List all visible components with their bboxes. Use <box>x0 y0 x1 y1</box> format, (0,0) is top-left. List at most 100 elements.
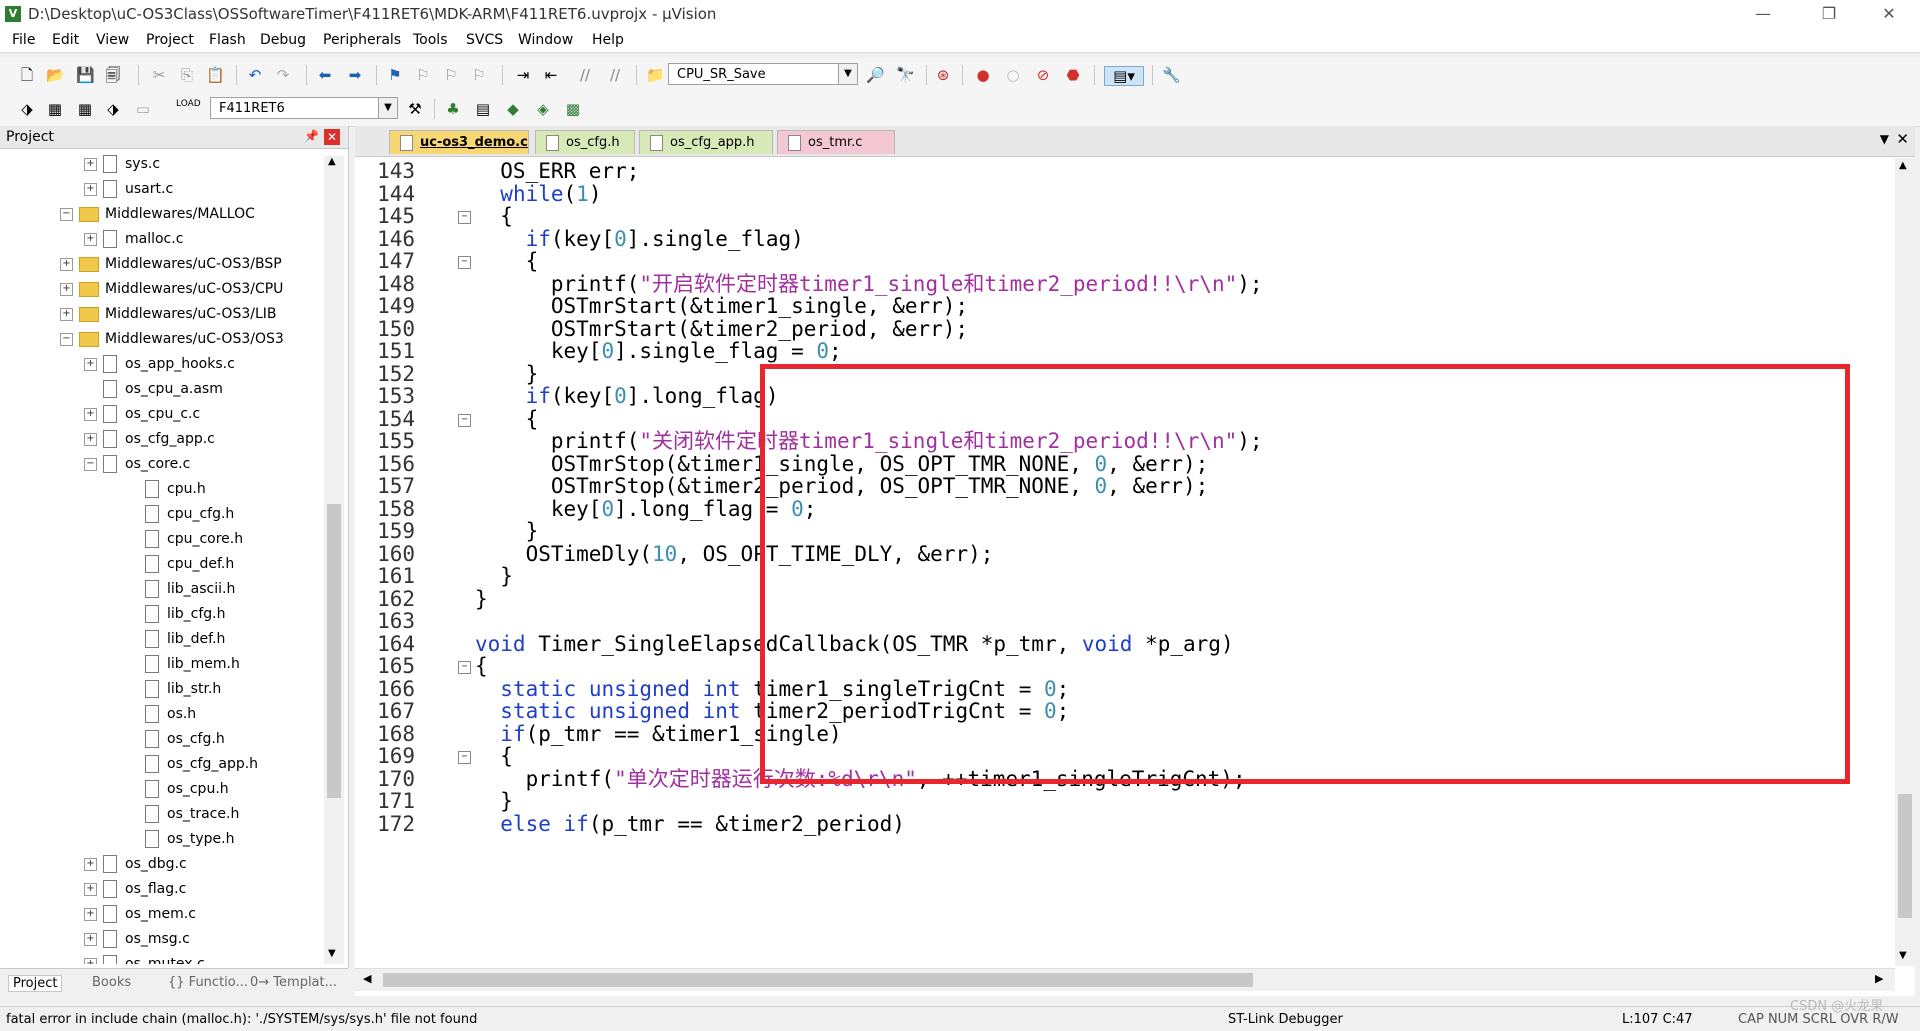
expand-icon[interactable]: + <box>84 932 97 946</box>
expand-icon[interactable]: + <box>84 857 97 871</box>
chevron-down-icon[interactable]: ▼ <box>838 64 857 84</box>
pack-installer-icon[interactable]: ◈ <box>534 100 552 118</box>
tree-folder[interactable]: + Middlewares/uC-OS3/BSP <box>60 252 282 277</box>
collapse-icon[interactable]: − <box>60 332 73 346</box>
menu-help[interactable]: Help <box>592 32 624 48</box>
debug-session-icon[interactable]: ⊛ <box>934 66 952 84</box>
find-icon[interactable]: 🔎 <box>866 66 885 84</box>
expand-icon[interactable]: + <box>60 282 73 296</box>
scroll-left-icon[interactable]: ◀ <box>363 972 371 985</box>
tree-folder[interactable]: − Middlewares/MALLOC <box>60 202 255 227</box>
scroll-up-icon[interactable]: ▲ <box>1899 160 1907 171</box>
expand-icon[interactable]: + <box>84 957 97 964</box>
file-extensions-icon[interactable]: ▤ <box>474 100 492 118</box>
redo-icon[interactable]: ↷ <box>274 66 292 84</box>
tree-file[interactable]: lib_str.h <box>126 677 221 702</box>
rebuild-icon[interactable]: ▦ <box>76 100 94 118</box>
menu-debug[interactable]: Debug <box>260 32 306 48</box>
kill-breakpoints-icon[interactable]: ⬣ <box>1064 66 1082 84</box>
tree-file[interactable]: cpu.h <box>126 477 206 502</box>
find-combo[interactable]: CPU_SR_Save ▼ <box>668 63 858 85</box>
undo-icon[interactable]: ↶ <box>246 66 264 84</box>
tree-scrollbar[interactable]: ▲ ▼ <box>324 156 344 964</box>
tree-file[interactable]: os_cfg.h <box>126 727 225 752</box>
target-select[interactable]: F411RET6 ▼ <box>210 97 398 119</box>
tree-file[interactable]: os_cpu_a.asm <box>84 377 223 402</box>
menu-tools[interactable]: Tools <box>413 32 448 48</box>
run-time-environment-icon[interactable]: ◆ <box>504 100 522 118</box>
expand-icon[interactable]: + <box>84 882 97 896</box>
collapse-icon[interactable]: − <box>60 207 73 221</box>
close-window-button[interactable]: ✕ <box>1866 2 1912 26</box>
tree-file[interactable]: os.h <box>126 702 196 727</box>
disable-all-breakpoints-icon[interactable]: ⊘ <box>1034 66 1052 84</box>
code-hscrollbar[interactable]: ◀ ▶ <box>355 968 1895 991</box>
menu-flash[interactable]: Flash <box>209 32 246 48</box>
tree-file[interactable]: lib_def.h <box>126 627 225 652</box>
menu-view[interactable]: View <box>96 32 129 48</box>
incremental-find-icon[interactable]: 🔭 <box>896 66 915 84</box>
panel-tab-0[interactable]: Project <box>8 975 63 992</box>
tree-file[interactable]: os_cpu.h <box>126 777 229 802</box>
minimize-button[interactable]: — <box>1740 2 1786 26</box>
editor-tab[interactable]: os_cfg_app.h <box>639 130 773 154</box>
breakpoint-icon[interactable]: ● <box>974 66 992 84</box>
menu-edit[interactable]: Edit <box>52 32 79 48</box>
restore-button[interactable]: ❐ <box>1806 2 1852 26</box>
expand-icon[interactable]: + <box>84 907 97 921</box>
batch-build-icon[interactable]: ⬗ <box>104 100 122 118</box>
scroll-down-icon[interactable]: ▼ <box>1899 950 1907 961</box>
fold-icon[interactable]: − <box>458 661 471 674</box>
target-options-icon[interactable]: ⚒ <box>406 100 424 118</box>
tree-file[interactable]: os_type.h <box>126 827 234 852</box>
tree-file[interactable]: lib_mem.h <box>126 652 240 677</box>
fold-icon[interactable]: − <box>458 751 471 764</box>
scroll-thumb[interactable] <box>1898 794 1912 918</box>
expand-icon[interactable]: + <box>84 432 97 446</box>
panel-tab-1[interactable]: Books <box>92 975 131 990</box>
clear-bookmarks-icon[interactable]: ⚐ <box>470 66 488 84</box>
pin-icon[interactable]: 📌 <box>304 129 319 143</box>
tree-file[interactable]: + os_mutex.c <box>84 952 205 964</box>
editor-tab[interactable]: uc-os3_demo.c <box>389 130 529 154</box>
scroll-right-icon[interactable]: ▶ <box>1875 972 1883 985</box>
bookmark-icon[interactable]: ⚑ <box>386 66 404 84</box>
editor-tab[interactable]: os_cfg.h <box>535 130 635 154</box>
translate-icon[interactable]: ⬗ <box>18 100 36 118</box>
menu-window[interactable]: Window <box>518 32 573 48</box>
paste-icon[interactable]: 📋 <box>206 66 225 84</box>
tree-file[interactable]: + sys.c <box>84 152 160 177</box>
expand-icon[interactable]: + <box>84 357 97 371</box>
tree-file[interactable]: + os_cpu_c.c <box>84 402 200 427</box>
tab-list-icon[interactable]: ▼ <box>1880 132 1889 146</box>
configure-icon[interactable]: 🔧 <box>1162 66 1181 84</box>
tree-file[interactable]: − os_core.c <box>84 452 190 477</box>
copy-icon[interactable]: ⎘ <box>178 66 196 84</box>
panel-tab-2[interactable]: {} Functio... <box>168 975 248 990</box>
tree-file[interactable]: + os_dbg.c <box>84 852 187 877</box>
select-software-packs-icon[interactable]: ▩ <box>564 100 582 118</box>
save-icon[interactable]: 💾 <box>76 66 95 84</box>
close-tab-icon[interactable]: ✕ <box>1896 130 1909 148</box>
uncomment-icon[interactable]: // <box>606 66 624 84</box>
scroll-down-icon[interactable]: ▼ <box>328 948 336 959</box>
hscroll-thumb[interactable] <box>383 973 1253 987</box>
tree-file[interactable]: os_cfg_app.h <box>126 752 258 777</box>
expand-icon[interactable]: + <box>84 157 97 171</box>
tree-file[interactable]: cpu_core.h <box>126 527 243 552</box>
tree-file[interactable]: os_trace.h <box>126 802 239 827</box>
disable-breakpoint-icon[interactable]: ○ <box>1004 66 1022 84</box>
menu-svcs[interactable]: SVCS <box>466 32 503 48</box>
scroll-thumb[interactable] <box>327 504 341 798</box>
navigate-back-icon[interactable]: ⬅ <box>316 66 334 84</box>
new-file-icon[interactable]: 🗋 <box>18 66 36 84</box>
expand-icon[interactable]: + <box>84 232 97 246</box>
tree-file[interactable]: lib_cfg.h <box>126 602 226 627</box>
stop-build-icon[interactable]: ▭ <box>134 100 152 118</box>
tree-file[interactable]: + os_flag.c <box>84 877 186 902</box>
expand-icon[interactable]: + <box>60 257 73 271</box>
fold-icon[interactable]: − <box>458 256 471 269</box>
scroll-up-icon[interactable]: ▲ <box>328 156 336 167</box>
tree-folder[interactable]: − Middlewares/uC-OS3/OS3 <box>60 327 284 352</box>
tree-file[interactable]: lib_ascii.h <box>126 577 235 602</box>
